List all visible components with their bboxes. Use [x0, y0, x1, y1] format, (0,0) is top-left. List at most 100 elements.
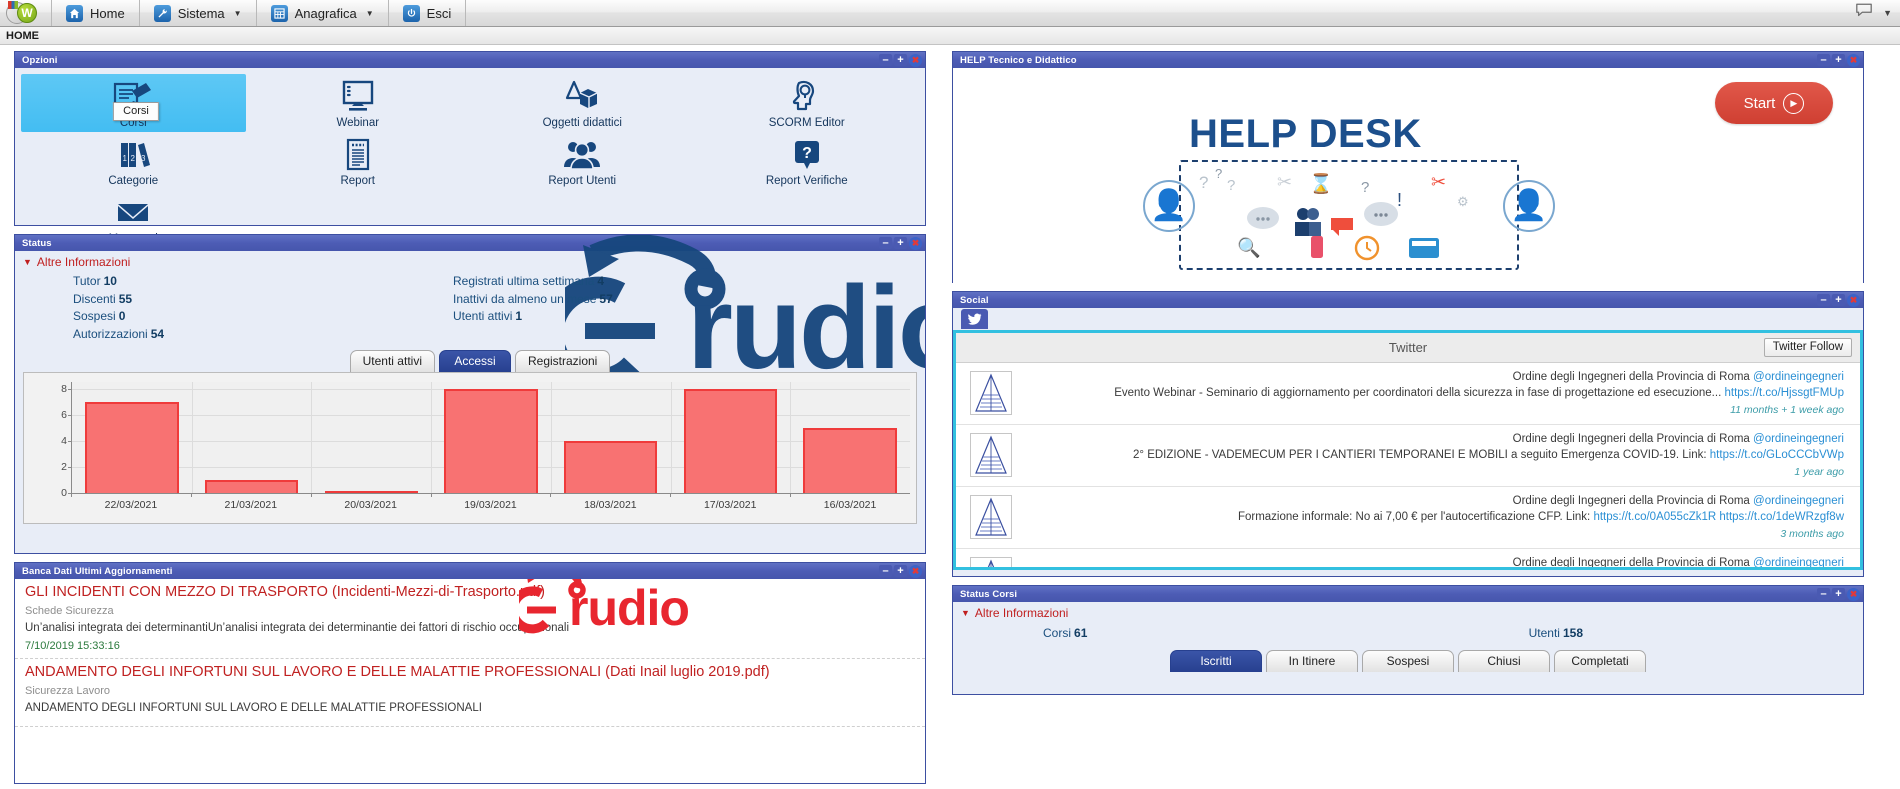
triangle-down-icon: ▼: [23, 257, 32, 267]
minimize-button[interactable]: –: [1817, 588, 1830, 600]
tab-in-itinere[interactable]: In Itinere: [1266, 650, 1358, 672]
stat-tutor: Tutor 10: [73, 274, 117, 288]
minimize-button[interactable]: –: [879, 565, 892, 577]
opzioni-item-report[interactable]: Report: [246, 132, 471, 190]
menu-item-home[interactable]: Home: [52, 0, 140, 26]
tab-iscritti[interactable]: Iscritti: [1170, 650, 1262, 672]
chart-bar[interactable]: [803, 427, 897, 493]
tweet-item[interactable]: Ordine degli Ingegneri della Provincia d…: [956, 425, 1860, 487]
help-desk-illustration: 👤 👤 ? ? ? ✂ ⌛ ? ! ✂ ⚙ 🔍: [1143, 160, 1555, 270]
close-button[interactable]: ✖: [909, 53, 922, 67]
menu-item-anagrafica[interactable]: Anagrafica ▼: [257, 0, 389, 26]
tweet-handle[interactable]: @ordineingegneri: [1753, 433, 1844, 445]
opzioni-item-categorie-label: Categorie: [108, 175, 159, 187]
avatar: [970, 557, 1012, 567]
tweet-item[interactable]: Ordine degli Ingegneri della Provincia d…: [956, 549, 1860, 567]
status-corsi-altre-informazioni-label: Altre Informazioni: [974, 606, 1069, 620]
panel-status-controls: – + ✖: [879, 236, 922, 250]
panel-banca-dati: Banca Dati Ultimi Aggiornamenti – + ✖ ru…: [14, 562, 926, 784]
opzioni-item-report-utenti-label: Report Utenti: [548, 175, 617, 187]
svg-text:?: ?: [1215, 166, 1222, 181]
tweet-link[interactable]: https://t.co/HjssgtFMUp: [1724, 387, 1844, 399]
maximize-button[interactable]: +: [894, 565, 907, 577]
opzioni-item-oggetti-didattici[interactable]: Oggetti didattici: [470, 74, 695, 132]
minimize-button[interactable]: –: [1817, 54, 1830, 66]
chevron-down-icon[interactable]: ▼: [1883, 8, 1892, 18]
tab-utenti-attivi[interactable]: Utenti attivi: [349, 349, 435, 372]
tab-sospesi[interactable]: Sospesi: [1362, 650, 1454, 672]
twitter-bird-icon[interactable]: [961, 309, 988, 329]
chart-bar[interactable]: [204, 479, 299, 493]
banca-dati-entry-title[interactable]: ANDAMENTO DEGLI INFORTUNI SUL LAVORO E D…: [25, 664, 915, 680]
menu-item-sistema[interactable]: Sistema ▼: [140, 0, 257, 26]
chart-x-tick-label: 17/03/2021: [670, 492, 790, 523]
head-bulb-icon: [788, 78, 826, 116]
opzioni-item-report-verifiche[interactable]: ? Report Verifiche: [695, 132, 920, 190]
tweet-handle[interactable]: @ordineingegneri: [1753, 557, 1844, 567]
panel-status-corsi: Status Corsi – + ✖ ▼ Altre Informazioni …: [952, 585, 1864, 695]
chart-bar[interactable]: [444, 389, 538, 493]
maximize-button[interactable]: +: [1832, 54, 1845, 66]
tab-accessi[interactable]: Accessi: [438, 349, 511, 372]
twitter-follow-button[interactable]: Twitter Follow: [1763, 338, 1852, 357]
banca-dati-entry[interactable]: GLI INCIDENTI CON MEZZO DI TRASPORTO (In…: [15, 579, 925, 659]
tweet-handle[interactable]: @ordineingegneri: [1753, 371, 1844, 383]
status-altre-informazioni-label: Altre Informazioni: [36, 255, 131, 269]
tab-chiusi[interactable]: Chiusi: [1458, 650, 1550, 672]
panel-social-header: Social – + ✖: [953, 292, 1863, 308]
minimize-button[interactable]: –: [879, 54, 892, 66]
chart-bar-slot: [72, 382, 192, 493]
close-button[interactable]: ✖: [1847, 587, 1860, 601]
chart-bar[interactable]: [564, 440, 658, 493]
status-stats: Tutor 10 Discenti 55 Sospesi 0 Autorizzazio…: [15, 271, 925, 341]
tweet-item[interactable]: Ordine degli Ingegneri della Provincia d…: [956, 363, 1860, 425]
close-button[interactable]: ✖: [1847, 293, 1860, 307]
minimize-button[interactable]: –: [879, 237, 892, 249]
svg-text:✂: ✂: [1277, 172, 1292, 192]
chart-y-tick-label: 2: [61, 460, 67, 473]
opzioni-item-report-utenti[interactable]: Report Utenti: [470, 132, 695, 190]
chart-bar[interactable]: [85, 402, 179, 493]
banca-dati-entry[interactable]: ANDAMENTO DEGLI INFORTUNI SUL LAVORO E D…: [15, 659, 925, 727]
chart-bar-slot: [311, 382, 431, 493]
opzioni-item-scorm-editor[interactable]: SCORM Editor: [695, 74, 920, 132]
svg-text:!: !: [1397, 190, 1402, 210]
tweet-link[interactable]: https://t.co/GLoCCCbVWp: [1710, 449, 1844, 461]
tab-completati[interactable]: Completati: [1554, 650, 1646, 672]
chat-bubble-icon[interactable]: [1855, 3, 1873, 23]
opzioni-item-webinar[interactable]: Webinar: [246, 74, 471, 132]
menu-bar-right-tools: ▼: [1855, 0, 1900, 26]
left-column: Opzioni – + ✖ Corsi Corsi Webinar Oggett…: [14, 51, 926, 789]
maximize-button[interactable]: +: [894, 237, 907, 249]
chart-bar-slot: [551, 382, 671, 493]
opzioni-item-corsi[interactable]: Corsi Corsi: [21, 74, 246, 132]
minimize-button[interactable]: –: [1817, 294, 1830, 306]
maximize-button[interactable]: +: [1832, 294, 1845, 306]
tweet-link[interactable]: https://t.co/0A055cZk1R https://t.co/1de…: [1593, 511, 1844, 523]
tweet-item[interactable]: Ordine degli Ingegneri della Provincia d…: [956, 487, 1860, 549]
menu-item-esci[interactable]: Esci: [389, 0, 467, 26]
tweet-handle[interactable]: @ordineingegneri: [1753, 495, 1844, 507]
close-button[interactable]: ✖: [909, 564, 922, 578]
status-stats-right: Registrati ultima settimana 4 Inattivi da…: [453, 274, 613, 341]
svg-text:3: 3: [141, 154, 146, 163]
app-logo: W: [0, 0, 52, 26]
panel-opzioni: Opzioni – + ✖ Corsi Corsi Webinar Oggett…: [14, 51, 926, 245]
banca-dati-entry-title[interactable]: GLI INCIDENTI CON MEZZO DI TRASPORTO (In…: [25, 584, 915, 600]
menu-item-sistema-label: Sistema: [177, 5, 225, 21]
chart-bar[interactable]: [683, 389, 778, 493]
status-altre-informazioni[interactable]: ▼ Altre Informazioni: [15, 251, 925, 271]
chart-x-tick-label: 16/03/2021: [790, 492, 910, 523]
opzioni-item-categorie[interactable]: 1 2 3 Categorie: [21, 132, 246, 190]
maximize-button[interactable]: +: [1832, 588, 1845, 600]
twitter-feed: Twitter Twitter Follow Ordine degli Inge…: [953, 330, 1863, 570]
svg-text:⌛: ⌛: [1309, 172, 1333, 195]
close-button[interactable]: ✖: [1847, 53, 1860, 67]
maximize-button[interactable]: +: [894, 54, 907, 66]
close-button[interactable]: ✖: [909, 236, 922, 250]
start-button[interactable]: Start ▶: [1715, 82, 1833, 124]
books-icon: 1 2 3: [113, 136, 153, 174]
tab-registrazioni[interactable]: Registrazioni: [514, 349, 611, 372]
right-column: HELP Tecnico e Didattico – + ✖ Start ▶ H…: [952, 51, 1864, 789]
status-corsi-altre-informazioni[interactable]: ▼ Altre Informazioni: [953, 602, 1863, 622]
